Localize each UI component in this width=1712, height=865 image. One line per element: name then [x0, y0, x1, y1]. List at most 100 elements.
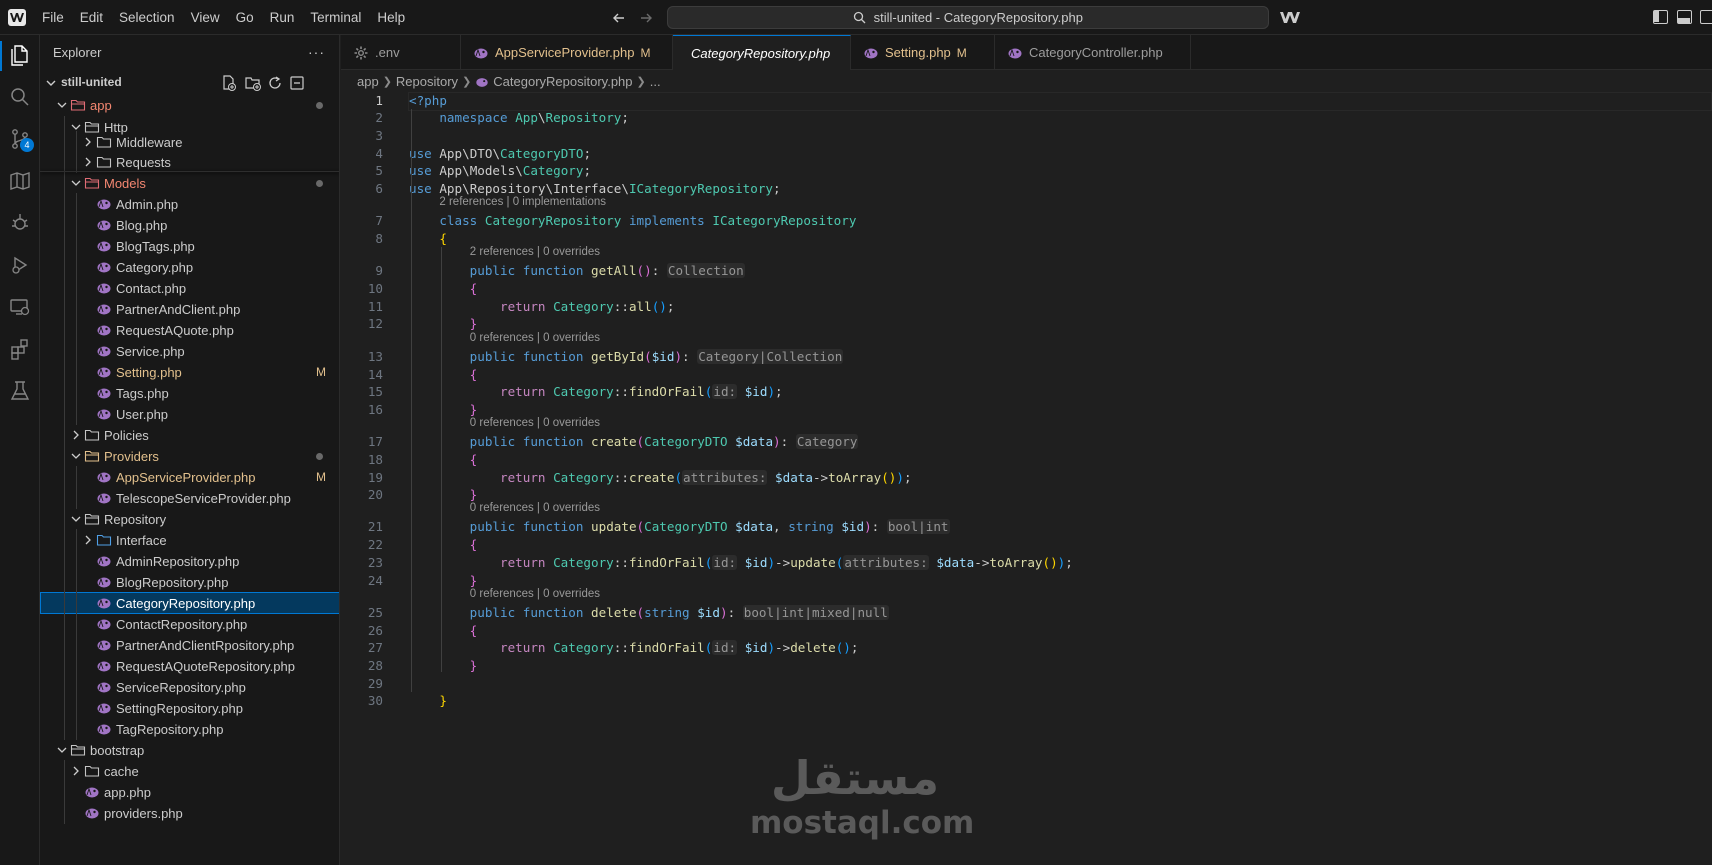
php-file-icon — [97, 241, 111, 252]
code-token: bool|int|mixed|null — [742, 605, 889, 620]
breadcrumb-item[interactable]: Repository — [396, 71, 458, 93]
tree-folder-providers[interactable]: Providers — [40, 445, 339, 467]
tab-env[interactable]: .env — [341, 35, 461, 70]
tree-file-adminrepository-php[interactable]: AdminRepository.php — [40, 550, 339, 572]
code-lens-delete[interactable]: 0 references | 0 overrides — [470, 588, 600, 603]
run-debug-icon[interactable] — [8, 253, 32, 277]
tab-setting-php[interactable]: Setting.php M — [851, 35, 995, 70]
command-center[interactable]: still-united - CategoryRepository.php — [667, 6, 1269, 29]
tree-file-blogtags-php[interactable]: BlogTags.php — [40, 235, 339, 257]
php-file-icon — [97, 493, 111, 504]
collapse-all-icon[interactable] — [288, 74, 306, 92]
toggle-panel-icon[interactable] — [1677, 10, 1692, 24]
tree-folder-policies[interactable]: Policies — [40, 424, 339, 446]
tree-file-categoryrepository-php[interactable]: CategoryRepository.php — [40, 592, 339, 614]
code-text: } — [469, 402, 478, 417]
tree-file-providers-php[interactable]: providers.php — [40, 802, 339, 824]
tree-folder-repository[interactable]: Repository — [40, 508, 339, 530]
code-line: 21 public function update(CategoryDTO $d… — [341, 518, 1712, 537]
indent-guide — [76, 256, 77, 278]
project-root[interactable]: still-united — [40, 72, 339, 94]
tree-folder-bootstrap[interactable]: bootstrap — [40, 739, 339, 761]
code-lens-getbyid[interactable]: 0 references | 0 overrides — [470, 332, 600, 347]
tab-appserviceprovider-php[interactable]: AppServiceProvider.php M — [461, 35, 673, 70]
more-actions-icon[interactable]: ··· — [308, 35, 325, 70]
menu-edit[interactable]: Edit — [72, 0, 111, 35]
tree-file-app-php[interactable]: app.php — [40, 781, 339, 803]
refresh-icon[interactable] — [266, 74, 284, 92]
tab-categorycontroller-php[interactable]: CategoryController.php — [995, 35, 1191, 70]
menu-view[interactable]: View — [183, 0, 228, 35]
extensions-icon[interactable] — [8, 337, 32, 361]
testing-icon[interactable] — [8, 379, 32, 403]
chevron-down-icon[interactable] — [68, 511, 84, 527]
tree-file-blogrepository-php[interactable]: BlogRepository.php — [40, 571, 339, 593]
breadcrumb-item[interactable]: app — [357, 71, 379, 93]
remote-explorer-icon[interactable] — [8, 295, 32, 319]
chevron-down-icon[interactable] — [68, 448, 84, 464]
code-lens-update[interactable]: 0 references | 0 overrides — [470, 502, 600, 517]
back-arrow-icon[interactable] — [609, 8, 629, 28]
new-folder-icon[interactable] — [244, 74, 262, 92]
tree-file-appserviceprovider-php[interactable]: AppServiceProvider.php M — [40, 466, 339, 488]
code-lens-class[interactable]: 2 references | 0 implementations — [439, 196, 606, 211]
chevron-right-icon[interactable] — [80, 154, 96, 170]
tree-folder-requests[interactable]: Requests — [40, 151, 339, 173]
menu-selection[interactable]: Selection — [111, 0, 183, 35]
menu-file[interactable]: File — [34, 0, 72, 35]
tree-file-settingrepository-php[interactable]: SettingRepository.php — [40, 697, 339, 719]
map-icon[interactable] — [8, 169, 32, 193]
windsurf-icon[interactable] — [1279, 9, 1301, 26]
breadcrumb-item[interactable]: ... — [650, 71, 661, 93]
debug-icon[interactable] — [8, 211, 32, 235]
tree-file-tags-php[interactable]: Tags.php — [40, 382, 339, 404]
editor-tabs: .env AppServiceProvider.php M CategoryRepos… — [341, 35, 1712, 70]
tree-file-service-php[interactable]: Service.php — [40, 340, 339, 362]
code-token: App — [439, 163, 463, 178]
menu-terminal[interactable]: Terminal — [302, 0, 369, 35]
menu-run[interactable]: Run — [262, 0, 303, 35]
watermark-arabic-text: مستقل — [770, 751, 940, 805]
forward-arrow-icon[interactable] — [636, 8, 656, 28]
menu-go[interactable]: Go — [228, 0, 262, 35]
chevron-down-icon[interactable] — [54, 97, 70, 113]
tree-file-partnerandclientrpository-php[interactable]: PartnerAndClientRpository.php — [40, 634, 339, 656]
tree-file-category-php[interactable]: Category.php — [40, 256, 339, 278]
tree-file-telescopeserviceprovider-php[interactable]: TelescopeServiceProvider.php — [40, 487, 339, 509]
tree-file-requestaquote-php[interactable]: RequestAQuote.php — [40, 319, 339, 341]
chevron-right-icon[interactable] — [68, 427, 84, 443]
tab-categoryrepository-php[interactable]: CategoryRepository.php — [673, 35, 851, 70]
chevron-down-icon[interactable] — [54, 742, 70, 758]
tree-file-user-php[interactable]: User.php — [40, 403, 339, 425]
toggle-secondary-sidebar-icon[interactable] — [1700, 10, 1712, 24]
search-icon[interactable] — [8, 85, 32, 109]
chevron-right-icon[interactable] — [80, 532, 96, 548]
explorer-icon[interactable] — [8, 43, 32, 67]
tree-file-tagrepository-php[interactable]: TagRepository.php — [40, 718, 339, 740]
new-file-icon[interactable] — [220, 74, 238, 92]
tree-folder-middleware[interactable]: Middleware — [40, 131, 339, 153]
tree-folder-cache[interactable]: cache — [40, 760, 339, 782]
tree-file-setting-php[interactable]: Setting.php M — [40, 361, 339, 383]
tree-folder-models[interactable]: Models — [40, 172, 339, 194]
code-line: 27 return Category::findOrFail(id: $id)-… — [341, 639, 1712, 658]
tree-file-admin-php[interactable]: Admin.php — [40, 193, 339, 215]
tree-file-blog-php[interactable]: Blog.php — [40, 214, 339, 236]
code-lens-getall[interactable]: 2 references | 0 overrides — [470, 246, 600, 261]
tree-file-requestaquoterepository-php[interactable]: RequestAQuoteRepository.php — [40, 655, 339, 677]
menu-help[interactable]: Help — [369, 0, 413, 35]
tree-folder-app[interactable]: app — [40, 94, 339, 116]
chevron-right-icon[interactable] — [68, 763, 84, 779]
chevron-right-icon[interactable] — [80, 134, 96, 150]
tree-file-contactrepository-php[interactable]: ContactRepository.php — [40, 613, 339, 635]
breadcrumb-item[interactable]: CategoryRepository.php — [493, 71, 632, 93]
tree-file-contact-php[interactable]: Contact.php — [40, 277, 339, 299]
code-editor[interactable]: 1 <?php 2 namespace App\Repository; 3 4 use A… — [341, 92, 1712, 865]
toggle-primary-sidebar-icon[interactable] — [1653, 10, 1668, 24]
tree-file-servicerepository-php[interactable]: ServiceRepository.php — [40, 676, 339, 698]
tree-file-partnerandclient-php[interactable]: PartnerAndClient.php — [40, 298, 339, 320]
indent-guide — [64, 277, 65, 299]
tree-folder-interface[interactable]: Interface — [40, 529, 339, 551]
code-lens-create[interactable]: 0 references | 0 overrides — [470, 417, 600, 432]
chevron-down-icon[interactable] — [68, 175, 84, 191]
